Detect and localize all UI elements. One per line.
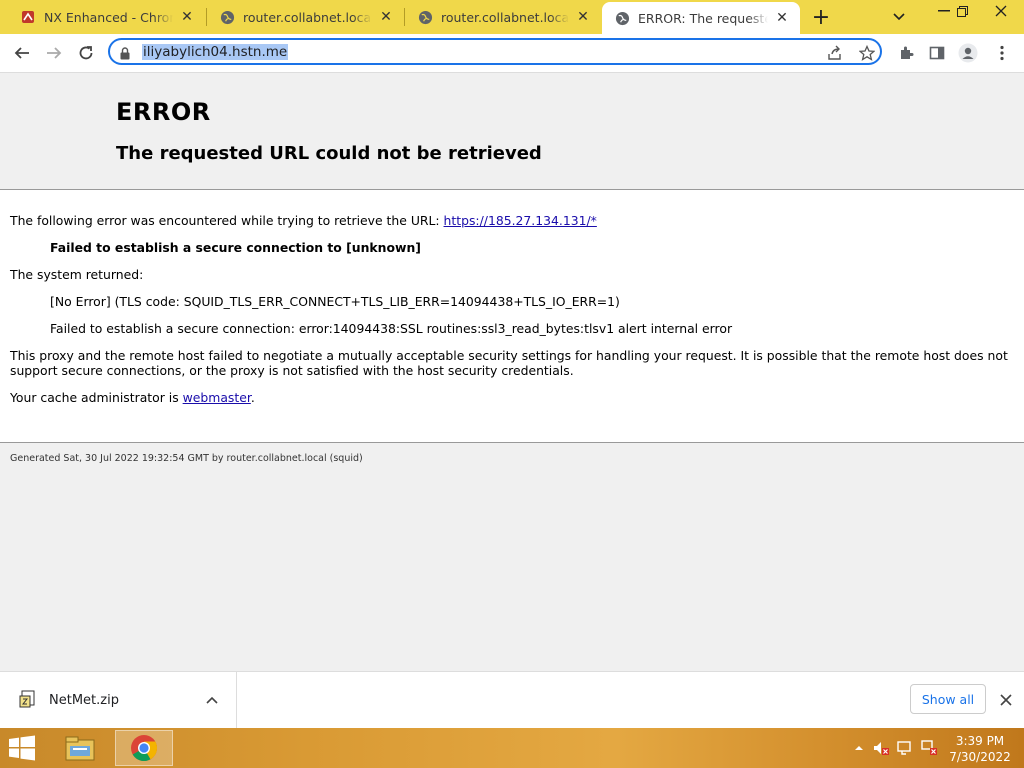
close-tab-icon[interactable]: ✕ [179,9,195,25]
download-item[interactable]: NetMet.zip [0,672,237,728]
system-detail-ssl: Failed to establish a secure connection:… [50,321,733,336]
nx-enhanced-icon [20,9,36,25]
tray-overflow-chevron-icon[interactable] [851,740,867,756]
admin-suffix: . [250,390,255,405]
webmaster-link[interactable]: webmaster [183,390,251,405]
globe-icon [417,9,433,25]
new-tab-button[interactable]: + [809,5,833,30]
intro-text: The following error was encountered whil… [10,213,440,228]
tab-router-1[interactable]: router.collabnet.local/blo ✕ [207,0,404,34]
network-disconnected-icon[interactable] [921,740,937,756]
page-viewport: ERROR The requested URL could not be ret… [0,73,1024,671]
reload-button[interactable] [72,39,100,67]
show-all-button[interactable]: Show all [910,684,986,714]
file-explorer-icon[interactable] [58,730,102,766]
lock-icon[interactable] [120,45,130,64]
globe-icon [219,9,235,25]
volume-muted-icon[interactable] [873,740,889,756]
close-window-button[interactable] [980,0,1022,22]
tab-title: NX Enhanced - Chrome W [44,9,173,25]
tab-title: router.collabnet.local/blo [441,9,569,25]
action-center-flag-icon[interactable] [897,740,913,756]
error-content: The following error was encountered whil… [0,190,1024,443]
close-tab-icon[interactable]: ✕ [378,9,394,25]
page-footer: Generated Sat, 30 Jul 2022 19:32:54 GMT … [10,453,363,464]
tab-nx-enhanced[interactable]: NX Enhanced - Chrome W ✕ [0,0,205,34]
close-tab-icon[interactable]: ✕ [575,9,591,25]
forward-button[interactable] [40,39,68,67]
chrome-taskbar-icon[interactable] [115,730,173,766]
restore-button[interactable] [946,0,978,22]
clock-time: 3:39 PM [955,734,1005,748]
explanation-line-1: This proxy and the remote host failed to… [10,348,1008,363]
side-panel-icon[interactable] [926,42,948,64]
tab-title: ERROR: The requested UR [638,10,768,26]
chevron-up-icon[interactable] [204,692,220,708]
browser-toolbar: iliyabylich04.hstn.me [0,34,1024,73]
zip-file-icon [19,690,37,708]
download-file-name: NetMet.zip [49,693,119,708]
page-subtitle: The requested URL could not be retrieved [116,143,542,164]
close-tab-icon[interactable]: ✕ [774,10,790,26]
tab-title: router.collabnet.local/blo [243,9,372,25]
windows-taskbar: 3:39 PM 7/30/2022 [0,728,1024,768]
tab-router-2[interactable]: router.collabnet.local/blo ✕ [405,0,601,34]
clock-date: 7/30/2022 [949,750,1011,764]
error-summary: Failed to establish a secure connection … [50,240,421,255]
globe-icon [614,10,630,26]
page-title: ERROR [116,98,211,126]
tab-strip: NX Enhanced - Chrome W ✕ router.collabne… [0,0,1024,34]
close-download-bar-icon[interactable] [996,690,1016,710]
extensions-puzzle-icon[interactable] [895,42,917,64]
system-returned-label: The system returned: [10,267,144,282]
tab-error-active[interactable]: ERROR: The requested UR ✕ [602,2,800,34]
windows-start-icon[interactable] [8,735,38,761]
requested-url-link[interactable]: https://185.27.134.131/* [444,213,597,228]
address-bar[interactable]: iliyabylich04.hstn.me [108,38,882,65]
admin-line: Your cache administrator is webmaster. [10,390,255,405]
admin-text: Your cache administrator is [10,390,179,405]
error-header: ERROR The requested URL could not be ret… [0,73,1024,190]
download-bar: NetMet.zip Show all [0,671,1024,729]
system-detail-tls: [No Error] (TLS code: SQUID_TLS_ERR_CONN… [50,294,620,309]
explanation-line-2: support secure connections, or the proxy… [10,363,574,378]
back-button[interactable] [8,39,36,67]
bookmark-star-icon[interactable] [858,44,876,62]
intro-line: The following error was encountered whil… [10,213,597,228]
profile-avatar-icon[interactable] [957,42,979,64]
url-text[interactable]: iliyabylich04.hstn.me [142,44,289,60]
share-icon[interactable] [826,44,844,62]
tab-search-chevron-icon[interactable] [887,6,911,28]
menu-kebab-icon[interactable] [991,42,1013,64]
system-clock[interactable]: 3:39 PM 7/30/2022 [948,733,1012,765]
